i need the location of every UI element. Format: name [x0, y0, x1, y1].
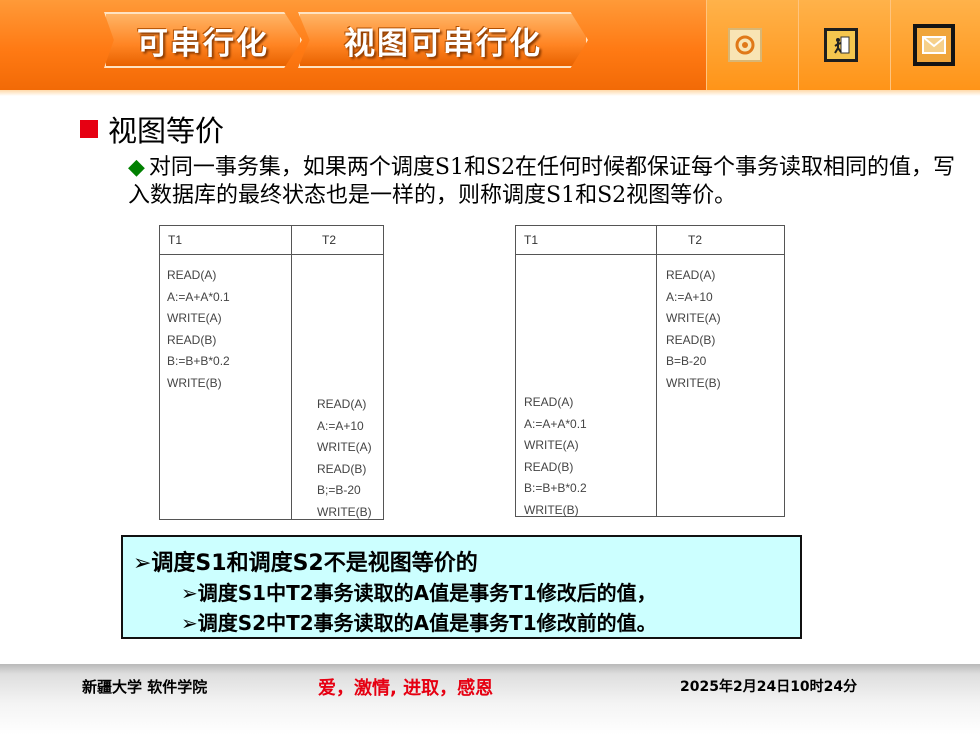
conclusion-line-2: ➢调度S1中T2事务读取的A值是事务T1修改后的值，: [181, 581, 657, 605]
op: READ(B): [317, 461, 367, 476]
op: READ(A): [317, 397, 367, 411]
section-heading: 视图等价: [80, 108, 224, 150]
op: WRITE(A): [317, 440, 372, 454]
op: A:=A+10: [317, 418, 364, 433]
s1-t2-ops: READ(A) A:=A+10 WRITE(A) READ(B) B;=B-20…: [317, 394, 372, 523]
definition-paragraph: ◆ 对同一事务集，如果两个调度S1和S2在任何时候都保证每个事务读取相同的值，写入…: [128, 154, 958, 210]
section-title: 视图等价: [108, 114, 225, 148]
schedule-s2-table: T1 T2 READ(A) A:=A+10 WRITE(A) READ(B) B…: [515, 225, 785, 517]
target-icon: [735, 35, 755, 55]
exit-button[interactable]: [824, 28, 858, 62]
footer-school: 新疆大学 软件学院: [82, 678, 208, 696]
footer-datetime: 2025年2月24日10时24分: [680, 679, 858, 695]
op: WRITE(A): [167, 311, 222, 325]
schedule-s1-table: T1 T2 READ(A) A:=A+A*0.1 WRITE(A) READ(B…: [159, 225, 384, 520]
s2-header-t1: T1: [524, 233, 539, 247]
op: WRITE(B): [167, 375, 222, 390]
header-divider: [0, 90, 980, 96]
op: A:=A+10: [666, 289, 713, 304]
red-square-bullet: [80, 120, 98, 138]
op: WRITE(B): [317, 504, 372, 519]
mail-icon: [922, 36, 946, 54]
s2-t2-ops: READ(A) A:=A+10 WRITE(A) READ(B) B=B-20 …: [666, 265, 721, 394]
tab-view-serializability[interactable]: 视图可串行化: [298, 12, 588, 68]
op: READ(A): [524, 395, 574, 409]
s1-header-t2: T2: [322, 233, 337, 247]
op: A:=A+A*0.1: [524, 416, 587, 431]
op: B:=B+B*0.2: [167, 354, 230, 368]
conclusion-box: ➢调度S1和调度S2不是视图等价的 ➢调度S1中T2事务读取的A值是事务T1修改…: [121, 535, 802, 639]
s1-header-t1: T1: [168, 233, 183, 247]
s2-header-t2: T2: [688, 233, 703, 247]
exit-door-icon: [834, 36, 850, 54]
conclusion-line-1: ➢调度S1和调度S2不是视图等价的: [133, 551, 478, 576]
s2-t1-ops: READ(A) A:=A+A*0.1 WRITE(A) READ(B) B:=B…: [524, 392, 587, 521]
op: B;=B-20: [317, 483, 361, 497]
op: A:=A+A*0.1: [167, 289, 230, 304]
op: READ(B): [666, 332, 716, 347]
op: WRITE(A): [524, 438, 579, 452]
mail-button[interactable]: [913, 24, 955, 66]
conclusion-line-3: ➢调度S2中T2事务读取的A值是事务T1修改前的值。: [181, 611, 657, 635]
home-button[interactable]: [728, 28, 762, 62]
op: WRITE(A): [666, 311, 721, 325]
diamond-bullet-icon: ◆: [128, 155, 145, 180]
op: READ(A): [167, 268, 217, 282]
definition-text: 对同一事务集，如果两个调度S1和S2在任何时候都保证每个事务读取相同的值，写入数…: [128, 155, 956, 208]
op: READ(B): [524, 459, 574, 474]
op: B=B-20: [666, 354, 707, 368]
op: WRITE(B): [524, 502, 579, 517]
op: B:=B+B*0.2: [524, 481, 587, 495]
op: READ(A): [666, 268, 716, 282]
op: WRITE(B): [666, 375, 721, 390]
tab-serializability[interactable]: 可串行化: [104, 12, 302, 68]
s1-t1-ops: READ(A) A:=A+A*0.1 WRITE(A) READ(B) B:=B…: [167, 265, 230, 394]
footer-motto: 爱，激情, 进取，感恩: [318, 678, 494, 699]
op: READ(B): [167, 332, 217, 347]
